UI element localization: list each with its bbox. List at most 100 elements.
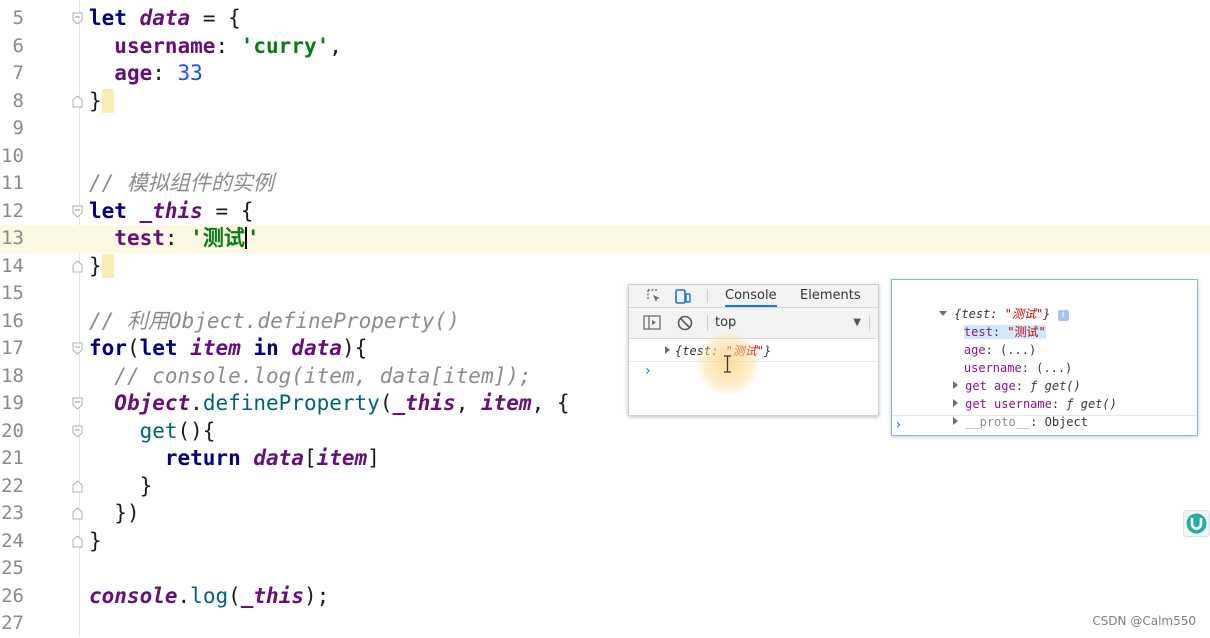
fold-open-icon[interactable] <box>72 12 83 25</box>
watermark: CSDN @Calm550 <box>1092 614 1196 628</box>
line-number: 25 <box>1 557 24 579</box>
code-line[interactable]: 10 <box>0 143 1210 171</box>
object-property-row[interactable]: age: (...) <box>935 323 1036 357</box>
code-text[interactable]: for(let item in data){ <box>89 335 367 363</box>
expand-triangle-icon[interactable] <box>665 346 670 354</box>
fold-open-icon[interactable] <box>72 205 83 218</box>
fold-close-icon[interactable] <box>72 507 83 520</box>
line-number: 27 <box>1 612 24 634</box>
fold-close-icon[interactable] <box>72 534 83 548</box>
code-text[interactable]: // console.log(item, data[item]); <box>89 363 531 391</box>
code-text[interactable]: Object.defineProperty(_this, item, { <box>89 390 569 418</box>
code-comment[interactable]: // 模拟组件的实例 <box>89 170 274 198</box>
tab-elements[interactable]: Elements <box>800 288 861 303</box>
tab-console[interactable]: Console <box>725 288 777 307</box>
code-text[interactable]: console.log(_this); <box>89 583 329 611</box>
line-number: 7 <box>12 62 24 84</box>
line-number: 18 <box>1 364 24 387</box>
line-number: 12 <box>1 199 24 222</box>
line-number: 15 <box>1 282 24 304</box>
code-line[interactable]: 27 <box>0 610 1210 638</box>
line-number: 19 <box>1 392 24 414</box>
console-prompt-icon[interactable]: › <box>894 417 902 433</box>
expand-triangle-icon[interactable] <box>952 417 958 425</box>
devtools-console-panel: Console Elements top ▼ {test: "测试"} › <box>628 284 879 416</box>
line-number: 26 <box>1 584 24 607</box>
line-number: 22 <box>1 474 24 497</box>
code-line[interactable]: 23 }) <box>0 500 1210 528</box>
info-icon[interactable]: i <box>1057 310 1069 321</box>
code-text[interactable]: return data[item] <box>89 445 380 473</box>
fold-open-icon[interactable] <box>72 342 83 355</box>
code-line[interactable]: 11 // 模拟组件的实例 <box>0 170 1210 198</box>
code-text[interactable]: let _this = { <box>89 198 253 226</box>
line-number: 17 <box>1 337 24 359</box>
object-property-row[interactable]: username: (...) <box>935 341 1072 375</box>
code-text[interactable]: } <box>89 473 153 501</box>
code-line[interactable]: 8 } <box>0 88 1210 116</box>
object-getter-row[interactable]: get username: ƒ get() <box>924 377 1117 411</box>
code-line[interactable]: 9 <box>0 115 1210 143</box>
device-toolbar-icon[interactable] <box>674 287 692 305</box>
code-line[interactable]: 12 let _this = { <box>0 198 1210 226</box>
code-text[interactable]: } <box>89 88 115 116</box>
context-selector[interactable]: top ▼ <box>715 313 863 333</box>
code-text[interactable]: get(){ <box>89 418 216 446</box>
code-text[interactable]: test: '测试' <box>89 225 259 253</box>
line-number: 14 <box>1 254 24 277</box>
console-prompt-icon[interactable]: › <box>645 363 651 379</box>
object-getter-row[interactable]: get age: ƒ get() <box>924 359 1081 393</box>
object-proto-row[interactable]: __proto__: Object <box>924 395 1088 429</box>
fold-close-icon[interactable] <box>72 94 83 108</box>
line-number: 21 <box>1 447 24 469</box>
code-line[interactable]: 25 <box>0 555 1210 583</box>
object-header[interactable]: {test: "测试"} i <box>910 287 1069 321</box>
expanded-object-panel: {test: "测试"} i test: "测试" age: (...) use… <box>891 279 1198 436</box>
console-toolbar: top ▼ <box>629 308 878 339</box>
fold-open-icon[interactable] <box>72 425 83 438</box>
brace-highlight <box>101 88 115 113</box>
fold-open-icon[interactable] <box>72 397 83 410</box>
code-line[interactable]: 5 let data = { <box>0 5 1210 33</box>
code-comment[interactable]: // 利用Object.defineProperty() <box>89 308 460 336</box>
code-text[interactable]: age: 33 <box>89 60 203 88</box>
toolbar-separator <box>707 315 708 331</box>
code-text[interactable]: } <box>89 528 102 556</box>
line-number: 6 <box>12 34 24 57</box>
fold-close-icon[interactable] <box>72 259 83 273</box>
console-log-entry[interactable]: {test: "测试"} <box>629 339 878 362</box>
tab-separator <box>707 289 708 303</box>
text-cursor-icon <box>724 355 731 373</box>
show-sidebar-icon[interactable] <box>643 314 661 332</box>
line-number: 9 <box>12 117 24 139</box>
code-text[interactable]: }) <box>89 500 139 528</box>
plugin-logo-icon[interactable] <box>1183 510 1210 537</box>
fold-close-icon[interactable] <box>72 479 83 493</box>
clear-console-icon[interactable] <box>676 314 694 332</box>
code-line[interactable]: 7 age: 33 <box>0 60 1210 88</box>
code-line[interactable]: 26 console.log(_this); <box>0 583 1210 611</box>
dropdown-arrow-icon: ▼ <box>853 317 861 328</box>
context-value: top <box>715 315 737 330</box>
code-line[interactable]: 14 } <box>0 253 1210 281</box>
line-number: 11 <box>1 172 24 194</box>
line-number: 20 <box>1 419 24 442</box>
toolbar-separator <box>869 315 870 331</box>
line-number: 13 <box>1 227 24 249</box>
line-number: 8 <box>12 89 24 112</box>
line-number: 16 <box>1 309 24 332</box>
code-line[interactable]: 6 username: 'curry', <box>0 33 1210 61</box>
line-number: 10 <box>1 144 24 167</box>
code-text[interactable]: let data = { <box>89 5 241 33</box>
code-line[interactable]: 21 return data[item] <box>0 445 1210 473</box>
object-property-row[interactable]: test: "测试" <box>935 305 1046 339</box>
brace-highlight <box>101 253 115 278</box>
code-line[interactable]: 24 } <box>0 528 1210 556</box>
code-line-current[interactable]: 13 test: '测试' <box>0 225 1210 253</box>
line-number: 24 <box>1 529 24 552</box>
panel-divider <box>892 415 1197 416</box>
code-line[interactable]: 22 } <box>0 473 1210 501</box>
code-text[interactable]: } <box>89 253 115 281</box>
code-text[interactable]: username: 'curry', <box>89 33 342 61</box>
inspect-element-icon[interactable] <box>645 287 663 305</box>
